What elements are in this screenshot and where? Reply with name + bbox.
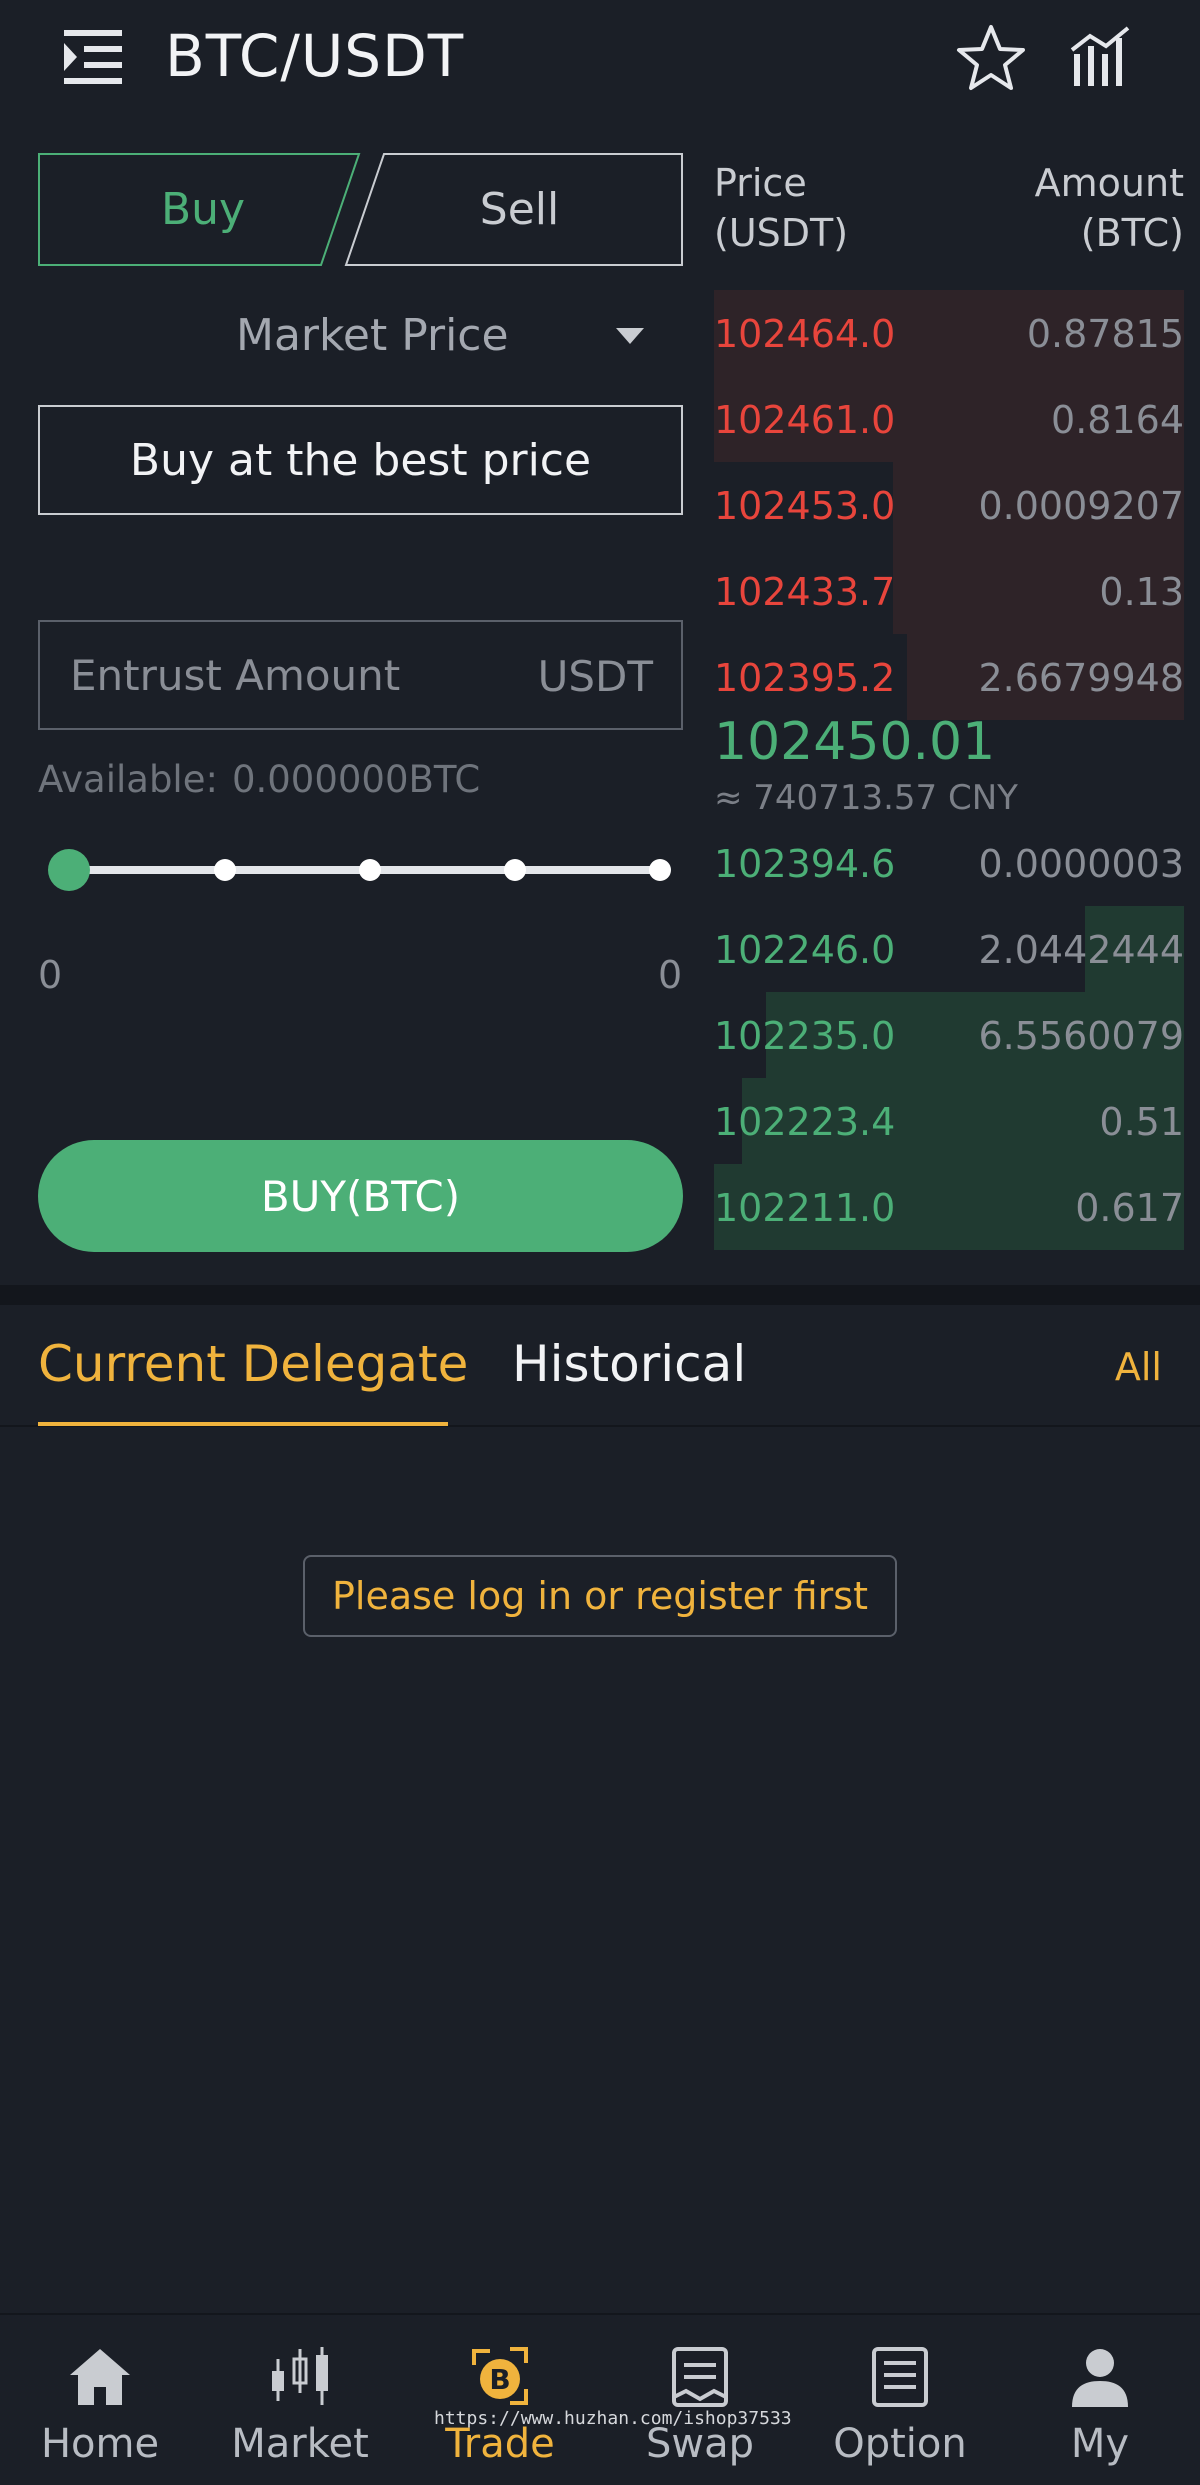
ask-amount: 0.87815 bbox=[1026, 312, 1184, 356]
ask-row[interactable]: 102395.2 2.6679948 bbox=[714, 634, 1184, 720]
price-header-line1: Price bbox=[714, 161, 807, 205]
bid-amount: 0.51 bbox=[1099, 1100, 1184, 1144]
ask-price: 102461.0 bbox=[714, 398, 896, 442]
ask-price: 102395.2 bbox=[714, 656, 896, 700]
ask-row[interactable]: 102453.0 0.0009207 bbox=[714, 462, 1184, 548]
bid-amount: 0.617 bbox=[1075, 1186, 1184, 1230]
ask-row[interactable]: 102461.0 0.8164 bbox=[714, 376, 1184, 462]
login-register-button[interactable]: Please log in or register first bbox=[303, 1555, 897, 1637]
buy-sell-tabs: Buy Sell bbox=[38, 153, 683, 266]
svg-text:B: B bbox=[489, 2363, 510, 2396]
bid-price: 102223.4 bbox=[714, 1100, 896, 1144]
slider-step-50[interactable] bbox=[359, 859, 381, 881]
orderbook-price-header: Price (USDT) bbox=[714, 158, 848, 258]
bid-amount: 0.0000003 bbox=[978, 842, 1185, 886]
slider-step-25[interactable] bbox=[214, 859, 236, 881]
bid-price: 102211.0 bbox=[714, 1186, 896, 1230]
ask-amount: 0.8164 bbox=[1051, 398, 1184, 442]
available-value: 0.000000BTC bbox=[231, 758, 481, 801]
nav-my[interactable]: My bbox=[1000, 2315, 1200, 2485]
ask-amount: 2.6679948 bbox=[978, 656, 1185, 700]
ask-price: 102464.0 bbox=[714, 312, 896, 356]
orderbook-amount-header: Amount (BTC) bbox=[1035, 158, 1184, 258]
bid-row[interactable]: 102394.6 0.0000003 bbox=[714, 820, 1184, 906]
orders-tabs: Current Delegate Historical All bbox=[0, 1305, 1200, 1427]
nav-label-my: My bbox=[1070, 2421, 1130, 2467]
pair-title[interactable]: BTC/USDT bbox=[165, 22, 464, 90]
watermark-text: https://www.huzhan.com/ishop37533 bbox=[434, 2408, 792, 2429]
amount-unit: USDT bbox=[537, 652, 653, 701]
amount-header-line2: (BTC) bbox=[1080, 211, 1184, 255]
candlestick-icon bbox=[272, 2347, 328, 2405]
section-divider bbox=[0, 1285, 1200, 1305]
tab-sell[interactable]: Sell bbox=[356, 153, 683, 266]
document-icon bbox=[672, 2347, 728, 2407]
ask-row[interactable]: 102433.7 0.13 bbox=[714, 548, 1184, 634]
order-type-label: Market Price bbox=[236, 310, 509, 361]
order-type-select[interactable]: Market Price bbox=[38, 300, 683, 372]
bid-price: 102394.6 bbox=[714, 842, 896, 886]
nav-label-market: Market bbox=[231, 2421, 369, 2467]
bottom-nav: Home Market B Trade Swap Option My bbox=[0, 2313, 1200, 2485]
nav-swap[interactable]: Swap bbox=[600, 2315, 800, 2485]
bid-row[interactable]: 102223.4 0.51 bbox=[714, 1078, 1184, 1164]
bid-row[interactable]: 102246.0 2.0442444 bbox=[714, 906, 1184, 992]
last-price-cny: ≈ 740713.57 CNY bbox=[714, 778, 1018, 818]
best-price-display: Buy at the best price bbox=[38, 405, 683, 515]
price-header-line2: (USDT) bbox=[714, 211, 849, 255]
nav-market[interactable]: Market bbox=[200, 2315, 400, 2485]
bid-price: 102235.0 bbox=[714, 1014, 896, 1058]
ask-row[interactable]: 102464.0 0.87815 bbox=[714, 290, 1184, 376]
bid-row[interactable]: 102235.0 6.5560079 bbox=[714, 992, 1184, 1078]
ask-amount: 0.13 bbox=[1099, 570, 1184, 614]
last-price: 102450.01 bbox=[714, 712, 996, 772]
ask-amount: 0.0009207 bbox=[978, 484, 1185, 528]
range-max: 0 bbox=[658, 953, 683, 997]
active-tab-underline bbox=[38, 1422, 448, 1426]
nav-option[interactable]: Option bbox=[800, 2315, 1000, 2485]
entrust-amount-field: USDT bbox=[38, 620, 683, 730]
nav-label-option: Option bbox=[833, 2421, 967, 2467]
nav-trade[interactable]: B Trade bbox=[400, 2315, 600, 2485]
tab-buy[interactable]: Buy bbox=[38, 153, 368, 266]
tab-current-delegate[interactable]: Current Delegate bbox=[38, 1335, 468, 1393]
slider-step-100[interactable] bbox=[649, 859, 671, 881]
bid-amount: 2.0442444 bbox=[978, 928, 1185, 972]
tab-historical[interactable]: Historical bbox=[512, 1335, 746, 1393]
home-icon bbox=[70, 2349, 130, 2405]
nav-home[interactable]: Home bbox=[0, 2315, 200, 2485]
bitcoin-exchange-icon: B bbox=[472, 2347, 528, 2405]
document-list-icon bbox=[872, 2347, 928, 2407]
chart-bars-icon[interactable] bbox=[1068, 24, 1134, 90]
entrust-amount-input[interactable] bbox=[70, 622, 510, 728]
range-min: 0 bbox=[38, 953, 63, 997]
ask-price: 102453.0 bbox=[714, 484, 896, 528]
nav-label-home: Home bbox=[40, 2421, 160, 2467]
amount-slider[interactable] bbox=[38, 845, 678, 895]
caret-down-icon bbox=[616, 328, 644, 344]
slider-step-75[interactable] bbox=[504, 859, 526, 881]
ask-price: 102433.7 bbox=[714, 570, 896, 614]
top-bar: BTC/USDT bbox=[0, 0, 1200, 120]
amount-header-line1: Amount bbox=[1034, 161, 1184, 205]
user-icon bbox=[1072, 2349, 1128, 2407]
available-balance: Available: 0.000000BTC bbox=[38, 758, 480, 801]
bid-price: 102246.0 bbox=[714, 928, 896, 972]
bid-row[interactable]: 102211.0 0.617 bbox=[714, 1164, 1184, 1250]
star-icon[interactable] bbox=[955, 22, 1027, 94]
bid-amount: 6.5560079 bbox=[978, 1014, 1185, 1058]
menu-icon[interactable] bbox=[60, 24, 126, 90]
buy-button[interactable]: BUY(BTC) bbox=[38, 1140, 683, 1252]
all-orders-link[interactable]: All bbox=[1115, 1345, 1162, 1389]
slider-thumb[interactable] bbox=[48, 849, 90, 891]
available-label: Available: bbox=[38, 758, 218, 801]
